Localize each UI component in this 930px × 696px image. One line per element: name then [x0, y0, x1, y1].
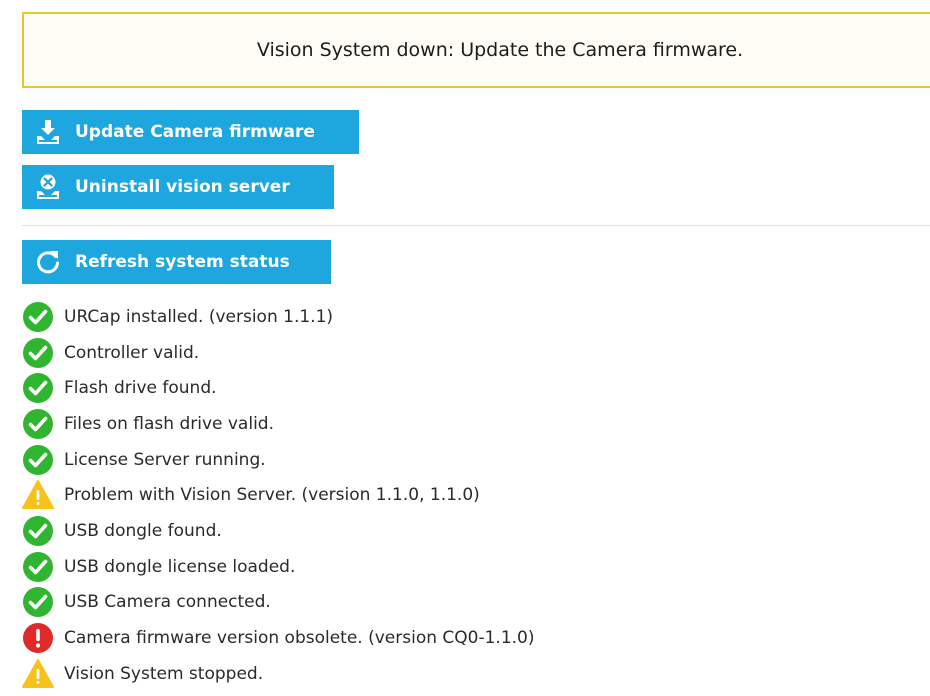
- uninstall-vision-server-label: Uninstall vision server: [75, 177, 290, 197]
- status-item-urcap: URCap installed. (version 1.1.1): [22, 299, 535, 335]
- status-text: Controller valid.: [64, 342, 200, 363]
- update-camera-firmware-label: Update Camera firmware: [75, 122, 315, 142]
- warning-icon: [22, 658, 54, 690]
- vision-system-status-page: Vision System down: Update the Camera fi…: [0, 0, 930, 696]
- check-icon: [22, 586, 54, 618]
- status-item-camera-firmware: Camera firmware version obsolete. (versi…: [22, 620, 535, 656]
- banner-message: Vision System down: Update the Camera fi…: [256, 39, 744, 61]
- refresh-system-status-button[interactable]: Refresh system status: [22, 240, 331, 284]
- status-text: USB dongle license loaded.: [64, 556, 296, 577]
- check-icon: [22, 301, 54, 333]
- status-item-usb-dongle: USB dongle found.: [22, 513, 535, 549]
- check-icon: [22, 337, 54, 369]
- refresh-icon: [34, 248, 62, 276]
- section-divider: [22, 225, 930, 226]
- status-checklist: URCap installed. (version 1.1.1) Control…: [22, 299, 535, 692]
- check-icon: [22, 515, 54, 547]
- status-text: USB Camera connected.: [64, 592, 271, 613]
- status-item-license-server: License Server running.: [22, 442, 535, 478]
- status-item-vision-system: Vision System stopped.: [22, 656, 535, 692]
- status-item-usb-camera: USB Camera connected.: [22, 585, 535, 621]
- check-icon: [22, 408, 54, 440]
- status-item-controller: Controller valid.: [22, 335, 535, 371]
- status-banner: Vision System down: Update the Camera fi…: [22, 12, 930, 88]
- status-text: Vision System stopped.: [64, 663, 264, 684]
- check-icon: [22, 372, 54, 404]
- status-text: Problem with Vision Server. (version 1.1…: [64, 485, 480, 506]
- status-text: URCap installed. (version 1.1.1): [64, 306, 334, 327]
- refresh-system-status-label: Refresh system status: [75, 252, 290, 272]
- status-text: License Server running.: [64, 449, 266, 470]
- check-icon: [22, 444, 54, 476]
- status-item-flash-files: Files on flash drive valid.: [22, 406, 535, 442]
- status-item-flash-drive: Flash drive found.: [22, 370, 535, 406]
- status-text: USB dongle found.: [64, 520, 222, 541]
- status-text: Camera firmware version obsolete. (versi…: [64, 628, 535, 649]
- update-camera-firmware-button[interactable]: Update Camera firmware: [22, 110, 359, 154]
- status-item-dongle-license: USB dongle license loaded.: [22, 549, 535, 585]
- download-drive-icon: [34, 118, 62, 146]
- remove-drive-icon: [34, 173, 62, 201]
- check-icon: [22, 551, 54, 583]
- uninstall-vision-server-button[interactable]: Uninstall vision server: [22, 165, 334, 209]
- status-text: Files on flash drive valid.: [64, 413, 274, 434]
- warning-icon: [22, 479, 54, 511]
- error-icon: [22, 622, 54, 654]
- status-item-vision-server: Problem with Vision Server. (version 1.1…: [22, 477, 535, 513]
- status-text: Flash drive found.: [64, 378, 217, 399]
